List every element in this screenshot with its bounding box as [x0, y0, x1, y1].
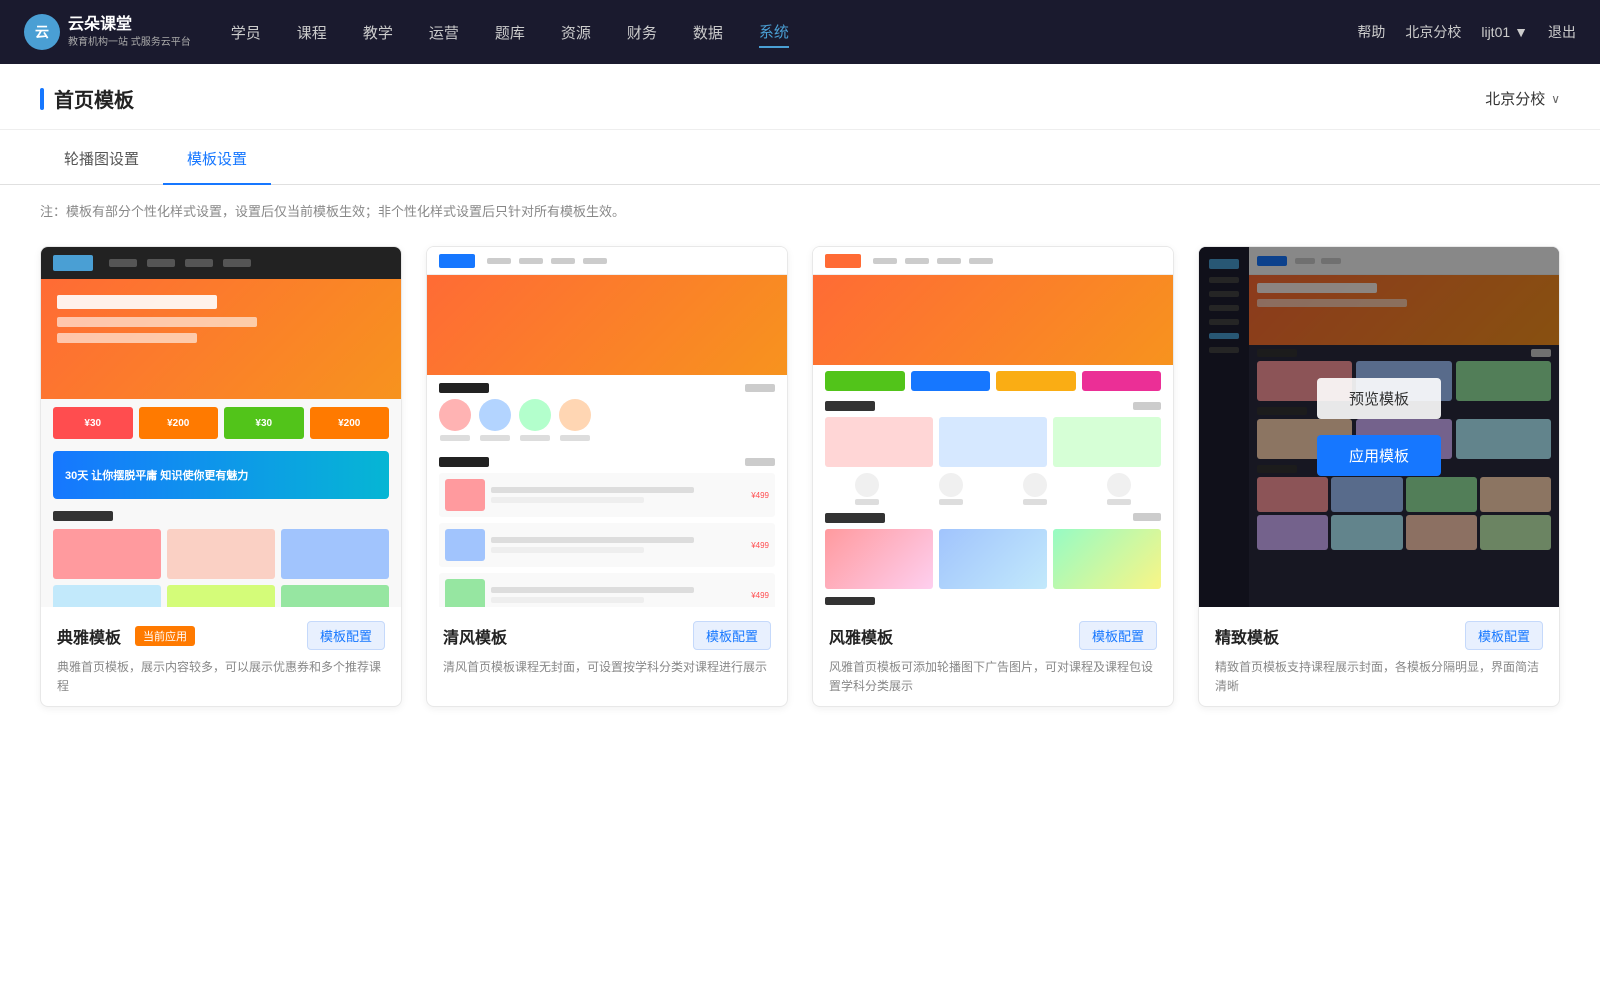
user-menu[interactable]: lijt01 ▼ — [1481, 24, 1528, 40]
nav-item-finance[interactable]: 财务 — [627, 18, 657, 47]
page-title-text: 首页模板 — [54, 84, 134, 113]
config-button-1[interactable]: 模板配置 — [307, 621, 385, 650]
template-name-3: 风雅模板 — [829, 624, 893, 648]
apply-button-4[interactable]: 应用模板 — [1317, 435, 1441, 476]
template-card-3: 课程展示 风雅模板 模板配置 风雅首页模板可添加轮播图下广告图片，可对课程及课程… — [812, 246, 1174, 707]
logout-button[interactable]: 退出 — [1548, 22, 1576, 42]
logo: 云 云朵课堂 教育机构一站 式服务云平台 — [24, 14, 191, 50]
nav-item-questions[interactable]: 题库 — [495, 18, 525, 47]
title-bar-accent — [40, 88, 44, 110]
nav-item-teaching[interactable]: 教学 — [363, 18, 393, 47]
template-preview-4: 预览模板 应用模板 — [1199, 247, 1559, 607]
template-footer-1: 典雅模板 当前应用 模板配置 典雅首页模板，展示内容较多，可以展示优惠券和多个推… — [41, 607, 401, 706]
badge-current-1: 当前应用 — [135, 626, 195, 646]
template-card-1: ¥30 ¥200 ¥30 ¥200 30天 让你摆脱平庸 知识使你 — [40, 246, 402, 707]
template-desc-4: 精致首页模板支持课程展示封面，各模板分隔明显，界面简洁清晰 — [1215, 658, 1543, 696]
template-name-1: 典雅模板 — [57, 624, 121, 648]
template-footer-3: 风雅模板 模板配置 风雅首页模板可添加轮播图下广告图片，可对课程及课程包设置学科… — [813, 607, 1173, 706]
nav-item-operations[interactable]: 运营 — [429, 18, 459, 47]
nav-right: 帮助 北京分校 lijt01 ▼ 退出 — [1357, 22, 1576, 42]
page-content: 首页模板 北京分校 ∨ 轮播图设置 模板设置 注：模板有部分个性化样式设置，设置… — [0, 64, 1600, 990]
notice-text: 注：模板有部分个性化样式设置，设置后仅当前模板生效；非个性化样式设置后只针对所有… — [0, 185, 1600, 236]
template-card-4: 预览模板 应用模板 精致模板 模板配置 精致首页模板支持课程展示封面，各模板分隔… — [1198, 246, 1560, 707]
config-button-3[interactable]: 模板配置 — [1079, 621, 1157, 650]
template-preview-3: 课程展示 — [813, 247, 1173, 607]
template-desc-2: 清风首页模板课程无封面，可设置按学科分类对课程进行展示 — [443, 658, 771, 677]
template-footer-4: 精致模板 模板配置 精致首页模板支持课程展示封面，各模板分隔明显，界面简洁清晰 — [1199, 607, 1559, 706]
branch-selector[interactable]: 北京分校 ∨ — [1485, 88, 1560, 109]
help-link[interactable]: 帮助 — [1357, 22, 1385, 42]
template-name-2: 清风模板 — [443, 624, 507, 648]
template-card-2: ¥499 ¥499 — [426, 246, 788, 707]
nav-menu: 学员 课程 教学 运营 题库 资源 财务 数据 系统 — [231, 17, 1358, 48]
template-preview-1: ¥30 ¥200 ¥30 ¥200 30天 让你摆脱平庸 知识使你 — [41, 247, 401, 607]
template-preview-2: ¥499 ¥499 — [427, 247, 787, 607]
template-name-4: 精致模板 — [1215, 624, 1279, 648]
logo-text: 云朵课堂 教育机构一站 式服务云平台 — [68, 15, 191, 49]
nav-item-courses[interactable]: 课程 — [297, 18, 327, 47]
page-title: 首页模板 — [40, 84, 134, 113]
preview-button-4[interactable]: 预览模板 — [1317, 378, 1441, 419]
logo-icon: 云 — [24, 14, 60, 50]
template-grid: ¥30 ¥200 ¥30 ¥200 30天 让你摆脱平庸 知识使你 — [0, 236, 1600, 747]
nav-item-resources[interactable]: 资源 — [561, 18, 591, 47]
template-4-overlay: 预览模板 应用模板 — [1199, 247, 1559, 607]
template-desc-3: 风雅首页模板可添加轮播图下广告图片，可对课程及课程包设置学科分类展示 — [829, 658, 1157, 696]
nav-item-students[interactable]: 学员 — [231, 18, 261, 47]
tab-template[interactable]: 模板设置 — [163, 134, 271, 185]
page-header: 首页模板 北京分校 ∨ — [0, 64, 1600, 130]
chevron-down-icon: ∨ — [1551, 92, 1560, 106]
template-desc-1: 典雅首页模板，展示内容较多，可以展示优惠券和多个推荐课程 — [57, 658, 385, 696]
top-navigation: 云 云朵课堂 教育机构一站 式服务云平台 学员 课程 教学 运营 题库 资源 财… — [0, 0, 1600, 64]
nav-item-system[interactable]: 系统 — [759, 17, 789, 48]
config-button-4[interactable]: 模板配置 — [1465, 621, 1543, 650]
branch-link[interactable]: 北京分校 — [1405, 22, 1461, 42]
tab-carousel[interactable]: 轮播图设置 — [40, 134, 163, 185]
template-footer-2: 清风模板 模板配置 清风首页模板课程无封面，可设置按学科分类对课程进行展示 — [427, 607, 787, 687]
tab-bar: 轮播图设置 模板设置 — [0, 134, 1600, 185]
config-button-2[interactable]: 模板配置 — [693, 621, 771, 650]
nav-item-data[interactable]: 数据 — [693, 18, 723, 47]
